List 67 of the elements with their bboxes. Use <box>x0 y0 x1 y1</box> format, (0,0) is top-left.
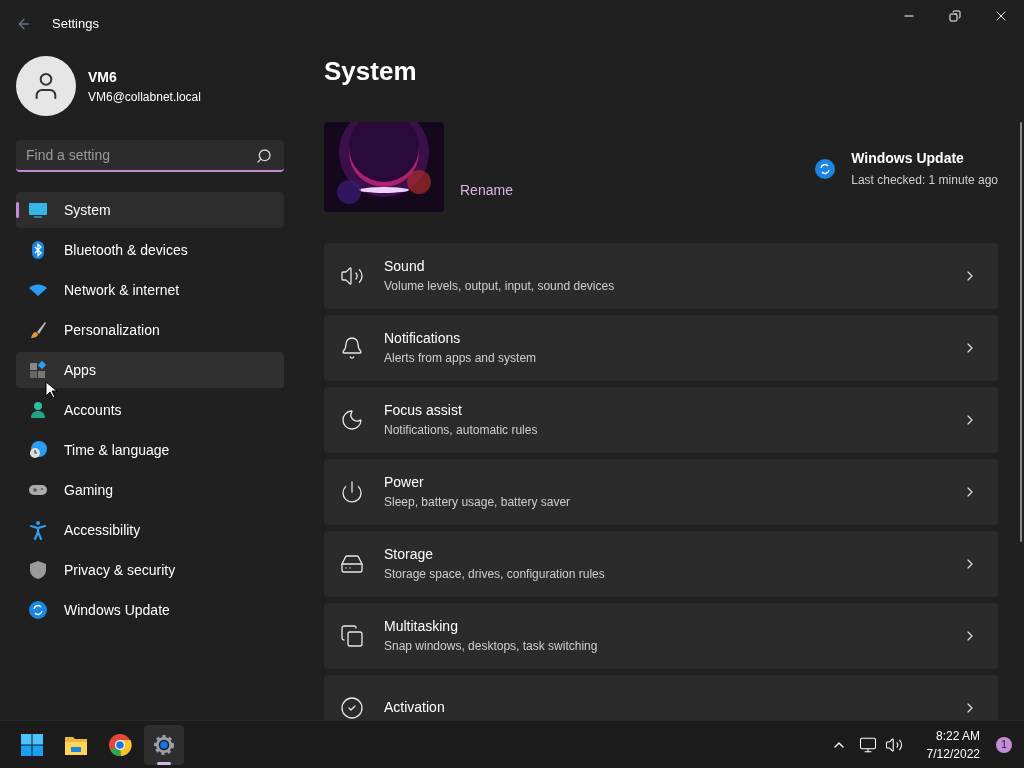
globe-clock-icon <box>28 440 48 460</box>
sidebar-item[interactable]: Accessibility <box>16 512 284 548</box>
clock-date[interactable]: 7/12/2022 <box>926 744 980 763</box>
card-description: Alerts from apps and system <box>384 350 538 368</box>
sidebar-item[interactable]: System <box>16 192 284 228</box>
person-icon <box>28 400 48 420</box>
settings-card[interactable]: Power Sleep, battery usage, battery saver <box>324 458 998 525</box>
search-icon <box>256 148 272 164</box>
update-icon <box>28 600 48 620</box>
card-description: Snap windows, desktops, task switching <box>384 638 599 656</box>
sidebar-item[interactable]: Network & internet <box>16 272 284 308</box>
cursor-icon <box>45 381 57 399</box>
settings-card[interactable]: Focus assist Notifications, automatic rules <box>324 386 998 453</box>
card-title: Focus assist <box>384 401 463 421</box>
notification-badge[interactable]: 1 <box>996 736 1012 753</box>
settings-card[interactable]: Notifications Alerts from apps and system <box>324 314 998 381</box>
page-title: System <box>324 58 418 84</box>
scrollbar[interactable] <box>1020 122 1022 542</box>
settings-card[interactable]: Activation <box>324 674 998 720</box>
sidebar-item[interactable]: Bluetooth & devices <box>16 232 284 268</box>
sidebar-item[interactable]: Privacy & security <box>16 552 284 588</box>
card-title: Multitasking <box>384 617 459 637</box>
settings-card[interactable]: Sound Volume levels, output, input, sound devices <box>324 242 998 309</box>
moon-icon <box>340 407 364 432</box>
settings-card[interactable]: Storage Storage space, drives, configuration rules <box>324 530 998 597</box>
browser-icon <box>108 732 132 757</box>
rename-link[interactable]: Rename <box>460 179 513 201</box>
network-icon[interactable] <box>858 735 877 754</box>
sidebar-item[interactable]: Personalization <box>16 312 284 348</box>
gear-icon <box>152 732 176 757</box>
shield-icon <box>28 560 48 580</box>
card-description: Notifications, automatic rules <box>384 422 539 440</box>
volume-icon[interactable] <box>884 735 903 754</box>
search-field[interactable]: Find a setting <box>16 140 284 172</box>
sidebar-item[interactable]: Apps <box>16 352 284 388</box>
apps-icon <box>28 360 48 380</box>
card-title: Activation <box>384 698 446 718</box>
bell-icon <box>340 335 364 360</box>
card-title: Sound <box>384 257 426 277</box>
start-icon <box>20 732 44 757</box>
user-email: VM6@collabnet.local <box>88 88 201 106</box>
sidebar-item[interactable]: Windows Update <box>16 592 284 628</box>
card-description: Volume levels, output, input, sound devices <box>384 278 616 296</box>
settings-card[interactable]: Multitasking Snap windows, desktops, task switching <box>324 602 998 669</box>
windows-icon <box>340 623 364 648</box>
sidebar-item[interactable]: Gaming <box>16 472 284 508</box>
card-title: Power <box>384 473 425 493</box>
brush-icon <box>28 320 48 340</box>
update-title: Windows Update <box>851 149 965 168</box>
user-name: VM6 <box>88 67 118 87</box>
sidebar-item[interactable]: Accounts <box>16 392 284 428</box>
check-circle-icon <box>340 695 364 720</box>
card-description: Sleep, battery usage, battery saver <box>384 494 572 512</box>
back-icon[interactable] <box>16 16 32 32</box>
update-icon <box>815 158 836 179</box>
card-description: Storage space, drives, configuration rules <box>384 566 606 584</box>
card-title: Storage <box>384 545 435 565</box>
taskbar-button[interactable] <box>144 724 184 765</box>
restore-icon <box>949 10 961 22</box>
sidebar-item[interactable]: Time & language <box>16 432 284 468</box>
accessibility-icon <box>28 520 48 540</box>
power-icon <box>340 479 364 504</box>
update-status: Last checked: 1 minute ago <box>851 172 998 189</box>
monitor-icon <box>28 200 48 220</box>
card-title: Notifications <box>384 329 462 349</box>
window-title: Settings <box>52 15 99 34</box>
clock-time[interactable]: 8:22 AM <box>935 726 980 745</box>
